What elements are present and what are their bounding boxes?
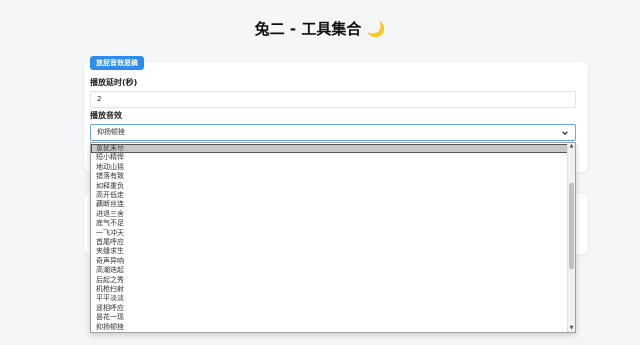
dropdown-option[interactable]: 抑扬顿挫 xyxy=(91,323,568,332)
sound-dropdown-list[interactable]: 意犹未尽 短小精悍 地动山摇 错落有致 如释重负 高开低走 藕断丝连 进退三舍 底气不足 一飞冲天… xyxy=(90,142,576,333)
dropdown-option[interactable]: 机枪扫射 xyxy=(91,285,568,294)
dropdown-option[interactable]: 首尾呼应 xyxy=(91,238,568,247)
dropdown-option[interactable]: 如释重负 xyxy=(91,182,568,191)
dropdown-option[interactable]: 进退三舍 xyxy=(91,210,568,219)
dropdown-option[interactable]: 意犹未尽 xyxy=(91,144,568,153)
sound-select[interactable]: 抑扬顿挫 xyxy=(90,124,576,141)
chevron-down-icon xyxy=(562,131,568,135)
delay-input[interactable]: 2 xyxy=(90,91,576,108)
dropdown-option[interactable]: 藕断丝连 xyxy=(91,200,568,209)
dropdown-option[interactable]: 一飞冲天 xyxy=(91,229,568,238)
dropdown-option[interactable]: 遥相呼应 xyxy=(91,304,568,313)
dropdown-option[interactable]: 昙花一现 xyxy=(91,313,568,322)
dropdown-scrollbar[interactable]: ▲ ▼ xyxy=(567,143,575,332)
dropdown-option[interactable]: 高开低走 xyxy=(91,191,568,200)
dropdown-option[interactable]: 平平淡淡 xyxy=(91,294,568,303)
delay-label: 播放延时(秒) xyxy=(90,78,138,87)
sound-select-value: 抑扬顿挫 xyxy=(97,128,125,136)
dropdown-option[interactable]: 底气不足 xyxy=(91,219,568,228)
scroll-up-icon[interactable]: ▲ xyxy=(568,143,575,150)
page-title: 兔二 - 工具集合 🌙 xyxy=(254,20,386,38)
section-badge: 放屁音效恶搞 xyxy=(90,56,144,70)
dropdown-option[interactable]: 高潮迭起 xyxy=(91,266,568,275)
dropdown-option[interactable]: 奇声异响 xyxy=(91,257,568,266)
dropdown-option[interactable]: 后起之秀 xyxy=(91,276,568,285)
dropdown-option[interactable]: 错落有致 xyxy=(91,172,568,181)
dropdown-option[interactable]: 地动山摇 xyxy=(91,163,568,172)
dropdown-option[interactable]: 夹缝求生 xyxy=(91,247,568,256)
sound-label: 播放音效 xyxy=(90,111,122,120)
scroll-down-icon[interactable]: ▼ xyxy=(568,325,575,332)
scrollbar-thumb[interactable] xyxy=(569,183,574,269)
dropdown-option[interactable]: 短小精悍 xyxy=(91,153,568,162)
